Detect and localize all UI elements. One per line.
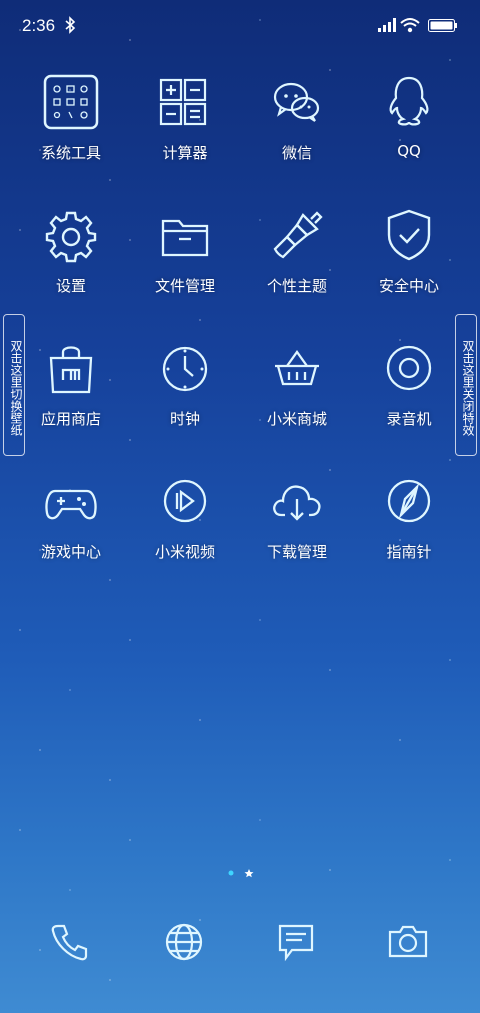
app-file-manager[interactable]: 文件管理 (130, 205, 240, 296)
basket-icon (275, 350, 319, 386)
dock (0, 920, 480, 980)
app-label: 设置 (55, 277, 86, 295)
wifi-icon (400, 18, 420, 33)
app-label: 计算器 (162, 144, 208, 162)
app-compass[interactable]: 指南针 (354, 471, 464, 562)
app-system-tools[interactable]: 系统工具 (16, 72, 126, 163)
battery-icon (428, 19, 457, 32)
disable-effects-button[interactable]: 双击这里关闭特效 (455, 314, 477, 456)
app-themes[interactable]: 个性主题 (242, 205, 352, 296)
app-label: 小米商城 (266, 410, 327, 428)
status-time: 2:36 (22, 16, 56, 35)
video-play-icon (163, 479, 207, 523)
app-label: 下载管理 (266, 543, 327, 561)
compass-icon (387, 479, 431, 523)
brush-icon (273, 211, 323, 259)
folder-icon (161, 219, 209, 257)
gamepad-icon (45, 489, 97, 520)
app-label: 时钟 (169, 410, 200, 428)
app-label: 小米视频 (154, 543, 215, 561)
bluetooth-icon (65, 16, 76, 34)
browser-globe-icon[interactable] (162, 920, 206, 964)
app-app-store[interactable]: 应用商店 (16, 338, 126, 429)
page-indicator (228, 869, 254, 878)
app-label: 个性主题 (266, 277, 327, 295)
app-clock[interactable]: 时钟 (130, 338, 240, 429)
app-security-center[interactable]: 安全中心 (354, 205, 464, 296)
clock-icon (162, 346, 208, 392)
calculator-icon (159, 78, 207, 126)
signal-icon (378, 18, 396, 32)
app-label: 指南针 (386, 543, 432, 561)
messages-icon[interactable] (274, 920, 318, 964)
app-label: 微信 (281, 144, 312, 162)
app-wechat[interactable]: 微信 (242, 72, 352, 163)
app-label: 游戏中心 (40, 543, 101, 561)
app-label: 文件管理 (154, 277, 215, 295)
app-label: 系统工具 (40, 144, 101, 162)
switch-wallpaper-button[interactable]: 双击这里切换壁纸 (3, 314, 25, 456)
app-mi-video[interactable]: 小米视频 (130, 471, 240, 562)
phone-icon[interactable] (48, 920, 92, 964)
shield-icon (387, 209, 431, 261)
app-qq[interactable]: QQ (354, 72, 464, 160)
recorder-icon (386, 345, 432, 391)
app-label: QQ (397, 142, 421, 160)
app-mi-mall[interactable]: 小米商城 (242, 338, 352, 429)
app-settings[interactable]: 设置 (16, 205, 126, 296)
app-label: 安全中心 (378, 277, 439, 295)
wechat-icon (273, 82, 320, 122)
app-game-center[interactable]: 游戏中心 (16, 471, 126, 562)
status-bar: 2:36 (0, 0, 480, 52)
camera-icon[interactable] (386, 920, 430, 964)
cloud-download-icon (273, 485, 321, 521)
gear-icon (45, 211, 97, 263)
app-recorder[interactable]: 录音机 (354, 338, 464, 429)
app-calculator[interactable]: 计算器 (130, 72, 240, 163)
folder-tools-icon (43, 74, 99, 130)
app-label: 录音机 (386, 410, 432, 428)
app-label: 应用商店 (40, 410, 101, 428)
app-download-manager[interactable]: 下载管理 (242, 471, 352, 562)
qq-icon (389, 76, 429, 126)
store-bag-icon (49, 346, 93, 394)
